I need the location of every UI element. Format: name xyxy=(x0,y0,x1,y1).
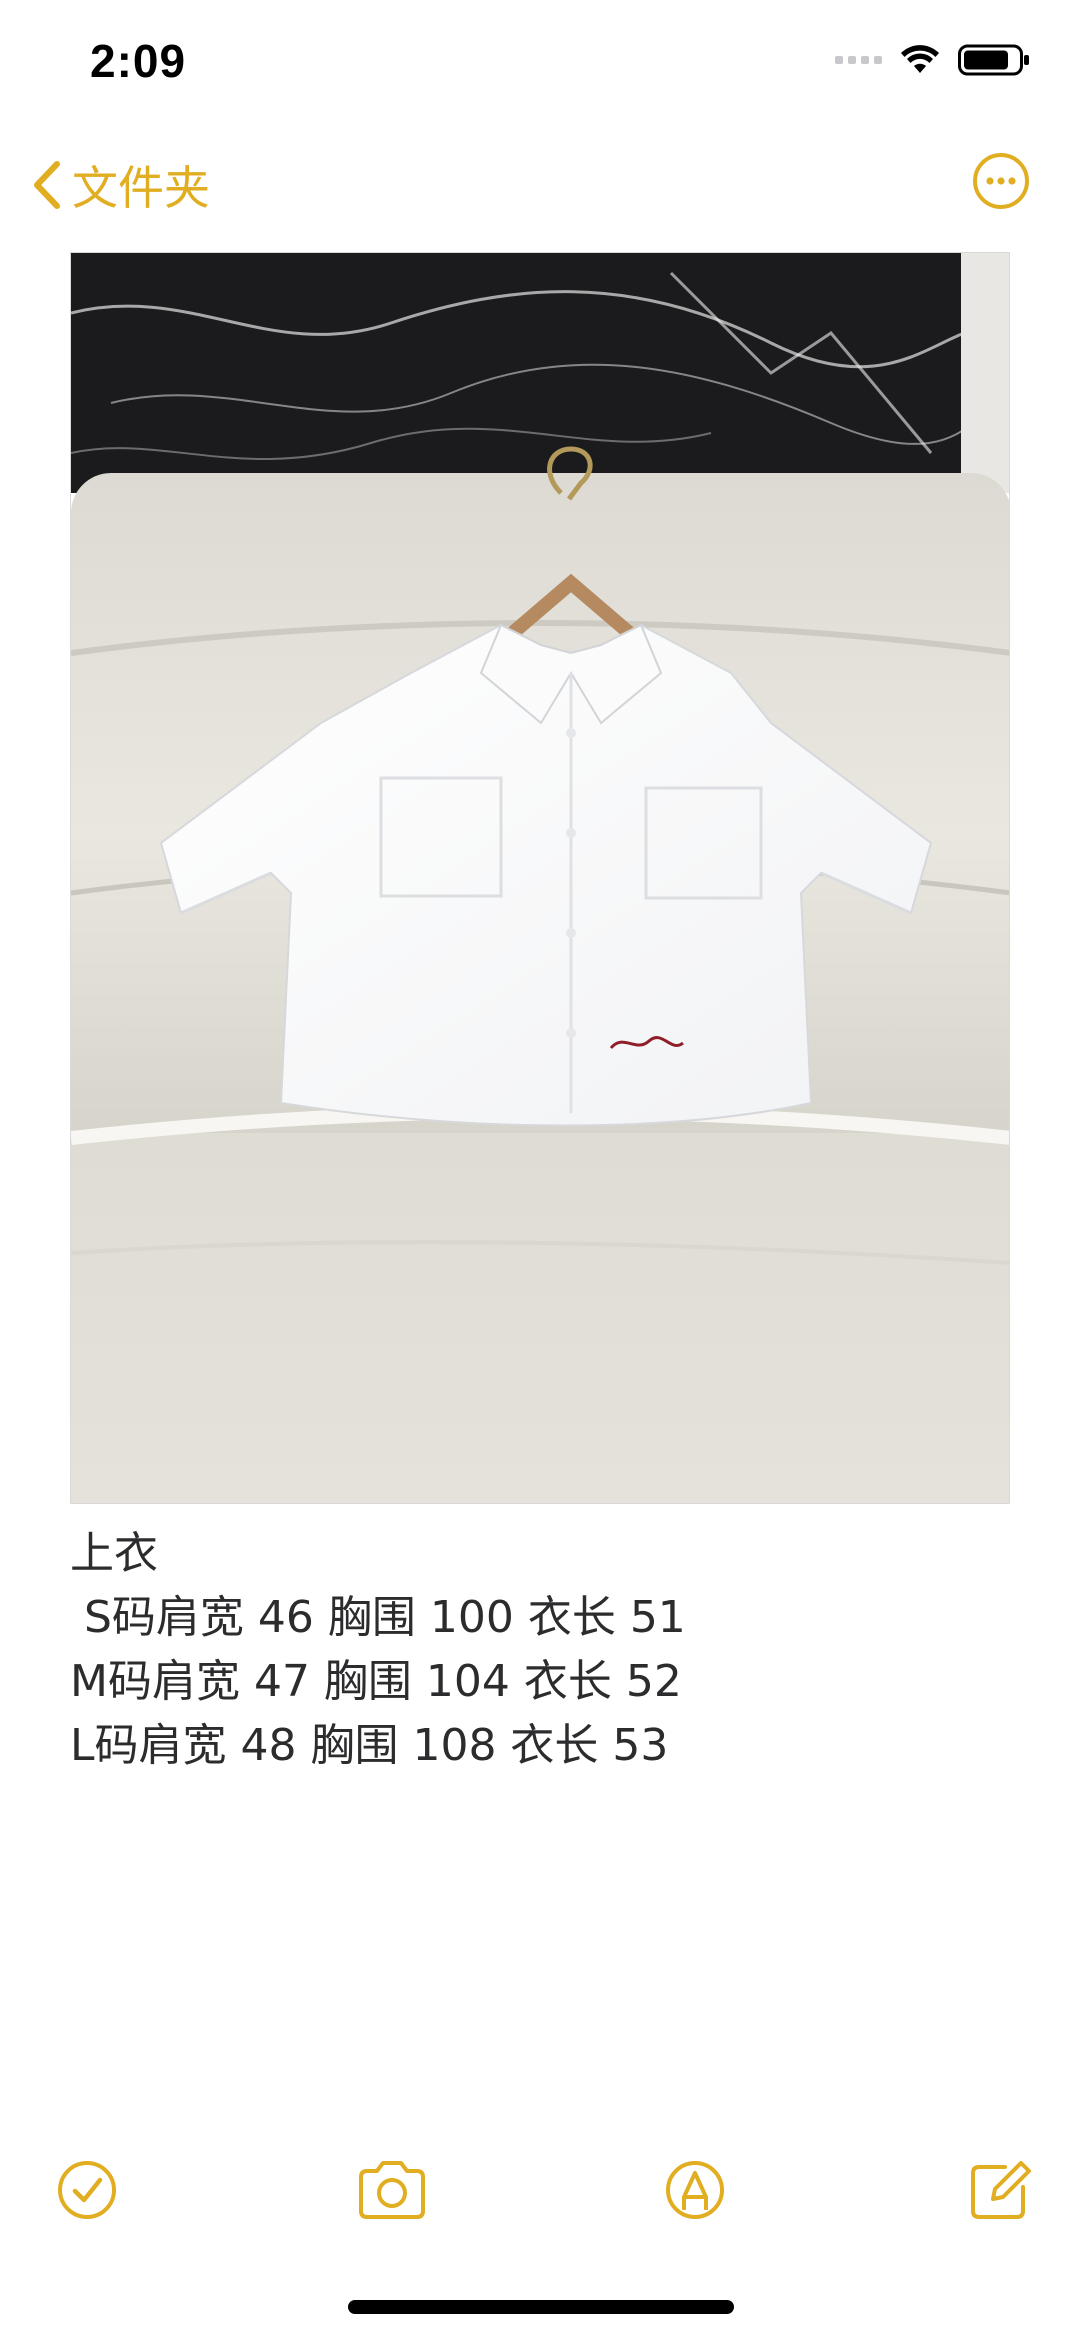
note-line: L码肩宽 48 胸围 108 衣长 53 xyxy=(70,1720,669,1771)
battery-icon xyxy=(958,44,1029,76)
more-options-icon[interactable] xyxy=(972,152,1030,210)
note-title: 上衣 xyxy=(70,1528,158,1579)
nav-bar: 文件夹 xyxy=(0,140,1080,230)
compose-icon[interactable] xyxy=(965,2155,1035,2225)
markup-icon[interactable] xyxy=(660,2155,730,2225)
note-line: S码肩宽 46 胸围 100 衣长 51 xyxy=(70,1592,686,1643)
back-label: 文件夹 xyxy=(72,162,210,214)
status-indicators xyxy=(835,44,1030,76)
note-photo[interactable] xyxy=(70,252,1010,1504)
checklist-icon[interactable] xyxy=(52,2155,122,2225)
back-button[interactable]: 文件夹 xyxy=(30,152,210,218)
status-time: 2:09 xyxy=(90,35,187,87)
camera-icon[interactable] xyxy=(355,2155,429,2225)
shirt-photo-image xyxy=(71,253,1009,1503)
status-bar: 2:09 xyxy=(0,0,1080,130)
note-body[interactable]: 上衣 S码肩宽 46 胸围 100 衣长 51 M码肩宽 47 胸围 104 衣… xyxy=(70,1522,1010,1778)
chevron-left-icon xyxy=(34,161,60,209)
home-indicator[interactable] xyxy=(348,2300,734,2314)
wifi-icon xyxy=(901,45,939,73)
note-line: M码肩宽 47 胸围 104 衣长 52 xyxy=(70,1656,682,1707)
cellular-signal-icon xyxy=(835,56,882,64)
bottom-toolbar xyxy=(0,2155,1080,2235)
